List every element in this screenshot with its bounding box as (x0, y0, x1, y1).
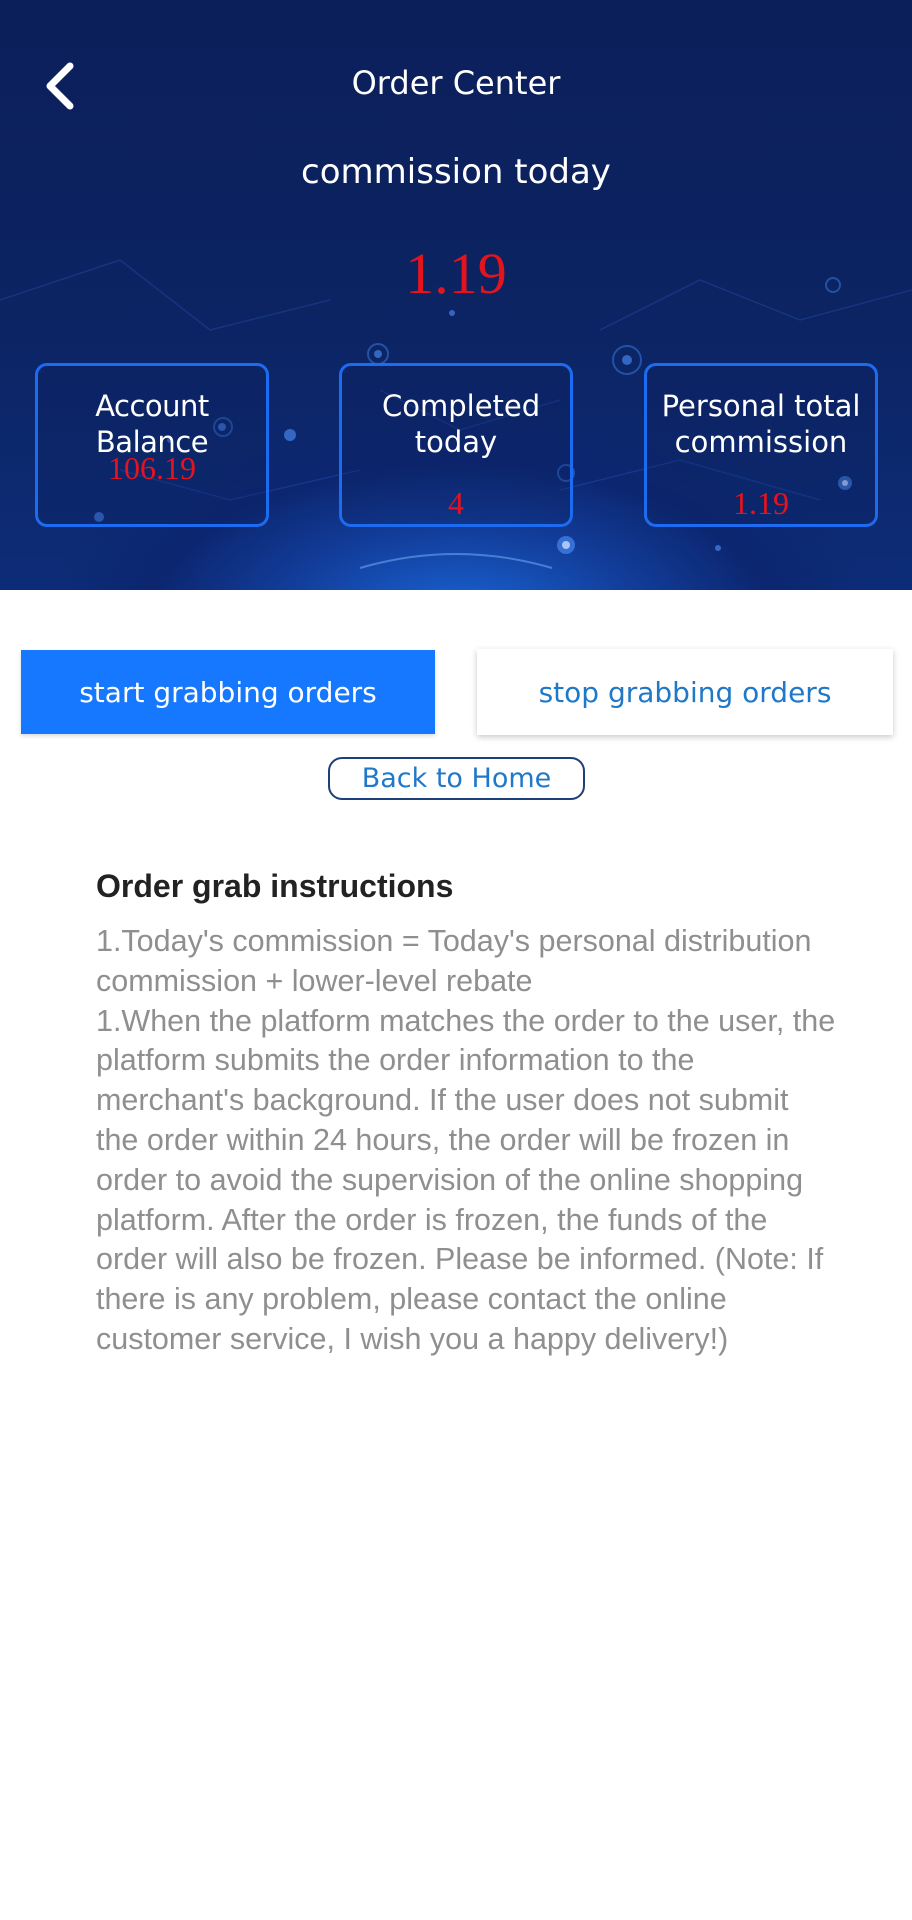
commission-today-value: 1.19 (405, 241, 507, 306)
completed-today-label: Completed today (382, 389, 541, 459)
instructions-line-2: 1.When the platform matches the order to… (96, 1003, 836, 1356)
personal-total-commission-value: 1.19 (733, 485, 789, 521)
instructions-title: Order grab instructions (96, 868, 454, 904)
personal-total-commission-card: Personal total commission 1.19 (644, 363, 878, 527)
account-balance-card: Account Balance 106.19 (35, 363, 269, 527)
account-balance-value: 106.19 (108, 450, 196, 486)
header-banner: Order Center commission today 1.19 Accou… (0, 0, 912, 590)
stop-grabbing-button[interactable]: stop grabbing orders (477, 649, 893, 735)
personal-total-commission-label: Personal total commission (661, 389, 861, 459)
page-title: Order Center (351, 64, 561, 102)
instructions-line-1: 1.Today's commission = Today's personal … (96, 924, 812, 998)
instructions-body: 1.Today's commission = Today's personal … (96, 922, 836, 1360)
completed-today-card: Completed today 4 (339, 363, 573, 527)
commission-today-label: commission today (301, 152, 611, 192)
start-grabbing-button[interactable]: start grabbing orders (21, 650, 435, 734)
back-to-home-button[interactable]: Back to Home (328, 757, 585, 800)
completed-today-value: 4 (448, 485, 464, 521)
